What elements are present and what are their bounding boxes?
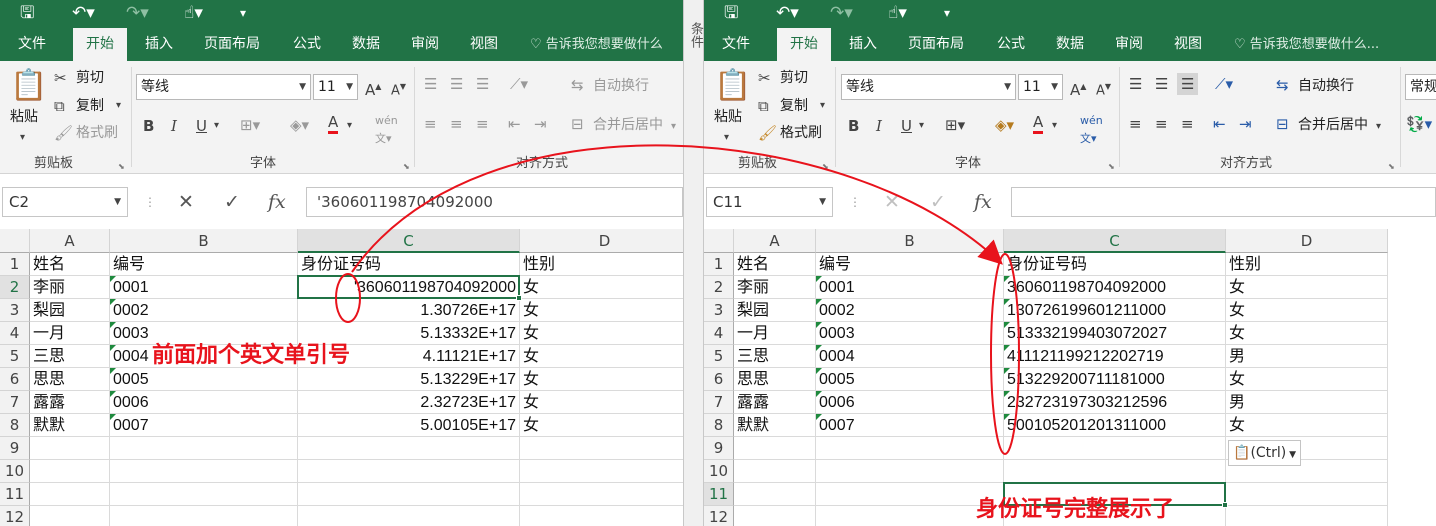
annotation-overlay xyxy=(335,144,1020,455)
highlight-ellipse-ids xyxy=(990,253,1020,455)
arrow-curve xyxy=(351,144,1003,273)
highlight-ellipse-quote xyxy=(335,273,361,323)
